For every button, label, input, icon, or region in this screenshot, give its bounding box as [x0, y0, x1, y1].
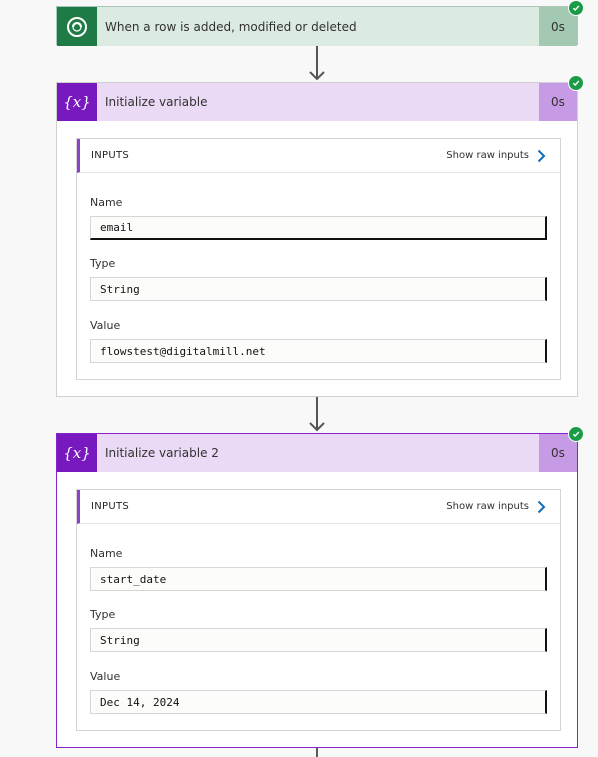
flow-connector	[316, 748, 318, 757]
flow-arrow-icon	[309, 46, 325, 81]
success-check-icon	[568, 426, 584, 442]
variable-icon: {x}	[57, 83, 97, 121]
svg-text:{x}: {x}	[63, 93, 91, 111]
field-value-value[interactable]: Dec 14, 2024	[90, 690, 547, 714]
success-check-icon	[568, 0, 584, 16]
field-label-value: Value	[90, 319, 121, 332]
success-check-icon	[568, 75, 584, 91]
field-label-type: Type	[90, 257, 116, 270]
action-title: Initialize variable 2	[105, 446, 219, 460]
dataverse-icon	[57, 7, 97, 46]
action-card-initialize-variable-2[interactable]: {x} Initialize variable 2 0s INPUTS Show…	[56, 433, 578, 748]
inputs-label: INPUTS	[91, 150, 130, 161]
field-label-type: Type	[90, 608, 116, 621]
action-card-initialize-variable[interactable]: {x} Initialize variable 0s INPUTS Show r…	[56, 82, 578, 397]
field-label-name: Name	[90, 196, 123, 209]
variable-icon: {x}	[57, 434, 97, 472]
flow-arrow-icon	[309, 397, 325, 432]
inputs-header: INPUTS Show raw inputs	[77, 490, 560, 524]
show-raw-inputs-label: Show raw inputs	[446, 501, 529, 512]
trigger-title: When a row is added, modified or deleted	[105, 19, 357, 34]
svg-text:{x}: {x}	[63, 444, 91, 462]
inputs-header: INPUTS Show raw inputs	[77, 139, 560, 173]
field-value-name[interactable]: start_date	[90, 567, 547, 591]
show-raw-inputs-label: Show raw inputs	[446, 150, 529, 161]
field-label-name: Name	[90, 547, 123, 560]
chevron-right-icon	[537, 149, 546, 162]
field-value-name[interactable]: email	[90, 216, 547, 240]
action-title: Initialize variable	[105, 95, 208, 109]
show-raw-inputs-link[interactable]: Show raw inputs	[446, 500, 560, 514]
trigger-card[interactable]: When a row is added, modified or deleted…	[56, 6, 578, 46]
inputs-panel: INPUTS Show raw inputs Name start_date T…	[76, 489, 561, 731]
inputs-panel: INPUTS Show raw inputs Name email Type S…	[76, 138, 561, 380]
chevron-right-icon	[537, 500, 546, 513]
field-value-type[interactable]: String	[90, 277, 547, 301]
show-raw-inputs-link[interactable]: Show raw inputs	[446, 149, 560, 163]
action-header[interactable]: {x} Initialize variable 0s	[57, 83, 577, 121]
action-header[interactable]: {x} Initialize variable 2 0s	[57, 434, 577, 472]
field-label-value: Value	[90, 670, 121, 683]
inputs-label: INPUTS	[91, 501, 130, 512]
trigger-header[interactable]: When a row is added, modified or deleted…	[57, 7, 577, 46]
field-value-type[interactable]: String	[90, 628, 547, 652]
field-value-value[interactable]: flowstest@digitalmill.net	[90, 339, 547, 363]
